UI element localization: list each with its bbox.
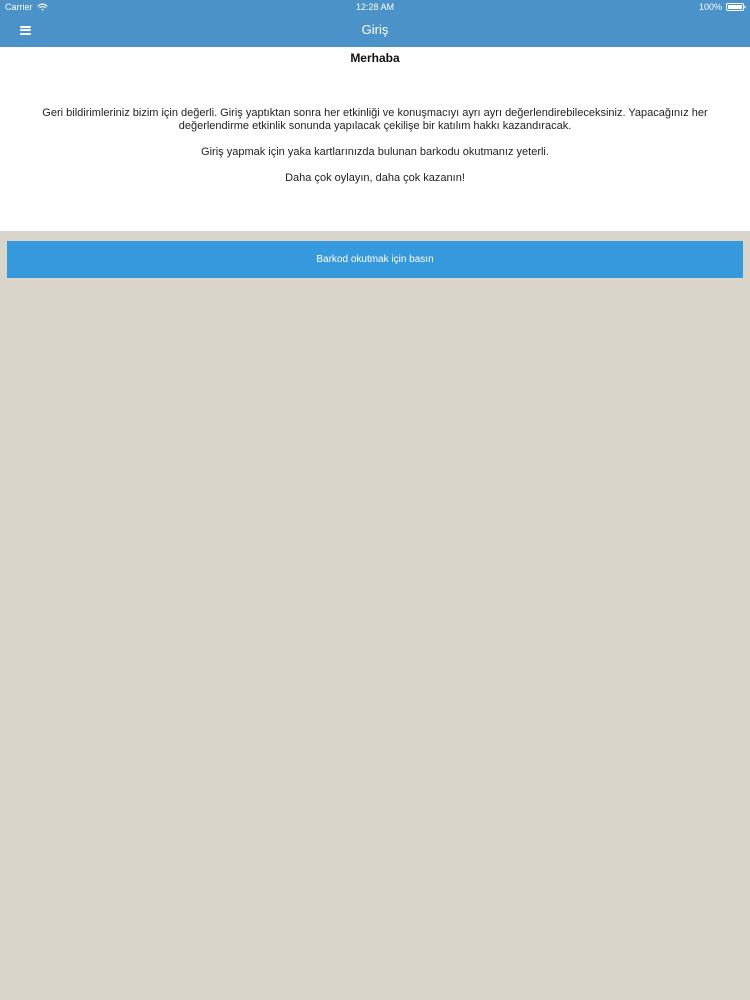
status-bar: Carrier 12:28 AM 100% <box>0 0 750 14</box>
feedback-message: Geri bildirimleriniz bizim için değerli.… <box>42 107 708 132</box>
vote-message: Daha çok oylayın, daha çok kazanın! <box>285 172 465 184</box>
navigation-bar: Carrier 12:28 AM 100% Giriş <box>0 0 750 47</box>
page-title: Giriş <box>361 22 389 37</box>
battery-percentage: 100% <box>698 2 722 12</box>
status-time: 12:28 AM <box>355 2 395 12</box>
status-right: 100% <box>699 0 746 14</box>
greeting-heading: Merhaba <box>350 51 400 65</box>
login-instruction: Giriş yapmak için yaka kartlarınızda bul… <box>201 146 549 158</box>
battery-icon <box>726 3 746 11</box>
scan-barcode-button[interactable]: Barkod okutmak için basın <box>7 241 743 278</box>
welcome-panel: Merhaba Geri bildirimleriniz bizim için … <box>0 47 750 231</box>
